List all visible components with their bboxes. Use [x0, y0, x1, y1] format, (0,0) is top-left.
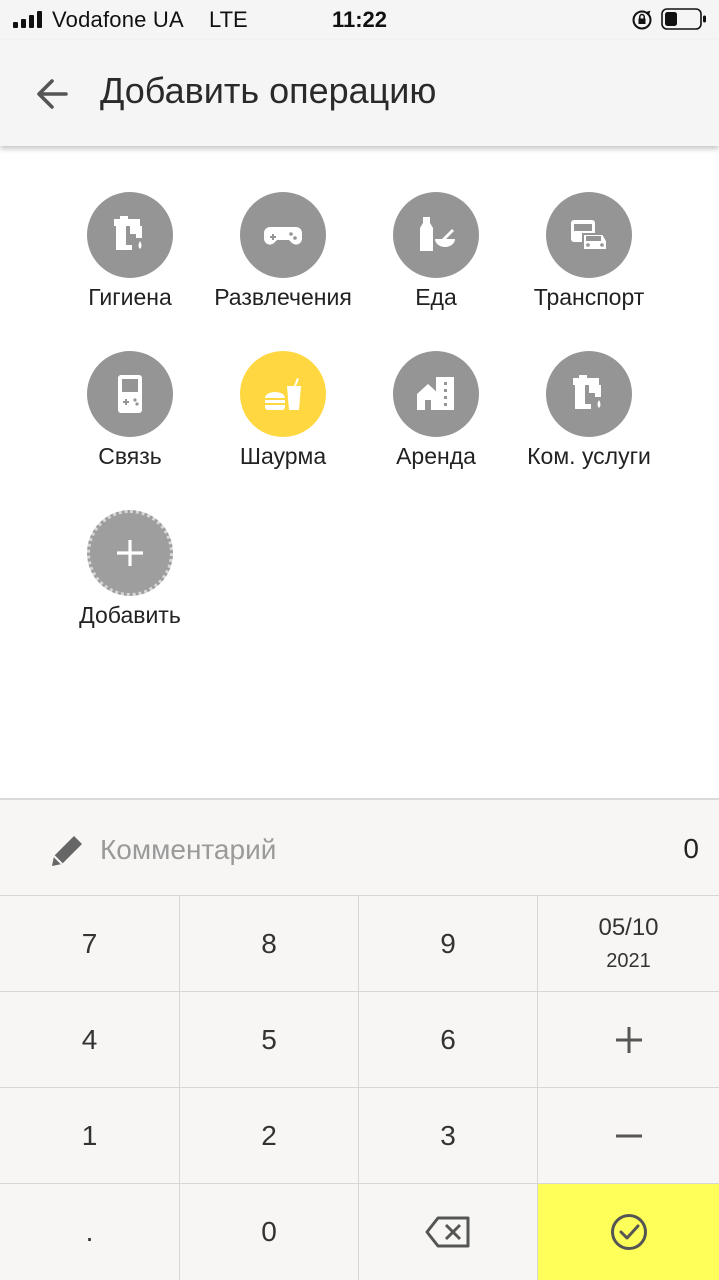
category-food[interactable]: Еда: [361, 192, 511, 332]
faucet-icon: [114, 216, 142, 250]
minus-key[interactable]: [538, 1088, 719, 1184]
status-bar: Vodafone UA LTE 11:22: [0, 0, 719, 40]
check-circle-icon: [610, 1214, 647, 1250]
key-0[interactable]: 0: [180, 1184, 359, 1280]
category-grid: Гигиена Развлечения Еда Транспорт Связь …: [0, 146, 719, 798]
category-label: Связь: [98, 443, 162, 469]
status-time: 11:22: [331, 7, 388, 32]
handheld-phone-icon: [118, 375, 142, 413]
rotation-lock-icon: [632, 10, 652, 30]
confirm-button[interactable]: [538, 1184, 719, 1280]
category-icon-circle: [393, 192, 479, 278]
battery-icon: [661, 8, 706, 30]
numeric-keypad: 7 8 9 05/10 2021 4 5 6 1 2 3 . 0: [0, 895, 719, 1280]
plus-icon: [117, 540, 143, 566]
category-label: Ком. услуги: [527, 443, 651, 469]
faucet-icon: [573, 375, 601, 409]
bottle-bowl-icon: [420, 217, 455, 251]
category-icon-circle: [393, 351, 479, 437]
buildings-icon: [417, 377, 454, 410]
pencil-icon: [52, 836, 82, 866]
category-icon-circle: [87, 351, 173, 437]
category-label: Шаурма: [239, 443, 327, 469]
category-icon-circle: [87, 192, 173, 278]
key-decimal-point[interactable]: .: [0, 1184, 180, 1280]
comment-bar: 0: [0, 798, 719, 895]
amount-display: 0: [683, 833, 699, 864]
bus-car-icon: [571, 220, 608, 251]
fastfood-icon: [265, 378, 301, 410]
add-category-button[interactable]: Добавить: [55, 510, 205, 650]
category-label: Развлечения: [214, 284, 352, 310]
date-day-month: 05/10: [598, 914, 659, 941]
back-button[interactable]: [26, 70, 80, 118]
category-icon-circle: [546, 351, 632, 437]
comment-input[interactable]: [100, 828, 600, 872]
key-1[interactable]: 1: [0, 1088, 180, 1184]
category-label: Гигиена: [88, 284, 172, 310]
category-label: Еда: [415, 284, 457, 310]
minus-icon: [615, 1134, 642, 1137]
category-transport[interactable]: Транспорт: [514, 192, 664, 332]
category-icon-circle: [240, 192, 326, 278]
category-label: Транспорт: [533, 284, 645, 310]
category-icon-circle: [546, 192, 632, 278]
plus-icon: [615, 1026, 642, 1053]
gamepad-icon: [264, 227, 302, 245]
key-4[interactable]: 4: [0, 992, 180, 1088]
key-9[interactable]: 9: [359, 896, 538, 992]
backspace-icon: [425, 1216, 470, 1248]
key-3[interactable]: 3: [359, 1088, 538, 1184]
key-6[interactable]: 6: [359, 992, 538, 1088]
add-category-label: Добавить: [79, 602, 181, 628]
key-8[interactable]: 8: [180, 896, 359, 992]
category-rent[interactable]: Аренда: [361, 351, 511, 491]
add-category-circle: [87, 510, 173, 596]
key-2[interactable]: 2: [180, 1088, 359, 1184]
app-bar: Добавить операцию: [0, 40, 719, 146]
category-utilities[interactable]: Ком. услуги: [514, 351, 664, 491]
page-title: Добавить операцию: [100, 70, 437, 111]
backspace-key[interactable]: [359, 1184, 538, 1280]
category-shawarma[interactable]: Шаурма: [208, 351, 358, 491]
key-5[interactable]: 5: [180, 992, 359, 1088]
key-7[interactable]: 7: [0, 896, 180, 992]
date-picker-button[interactable]: 05/10 2021: [538, 896, 719, 992]
arrow-left-icon: [37, 79, 68, 109]
plus-key[interactable]: [538, 992, 719, 1088]
category-label: Аренда: [396, 443, 476, 469]
category-communication[interactable]: Связь: [55, 351, 205, 491]
date-year: 2021: [606, 950, 651, 972]
category-hygiene[interactable]: Гигиена: [55, 192, 205, 332]
category-icon-circle-selected: [240, 351, 326, 437]
category-entertainment[interactable]: Развлечения: [208, 192, 358, 332]
